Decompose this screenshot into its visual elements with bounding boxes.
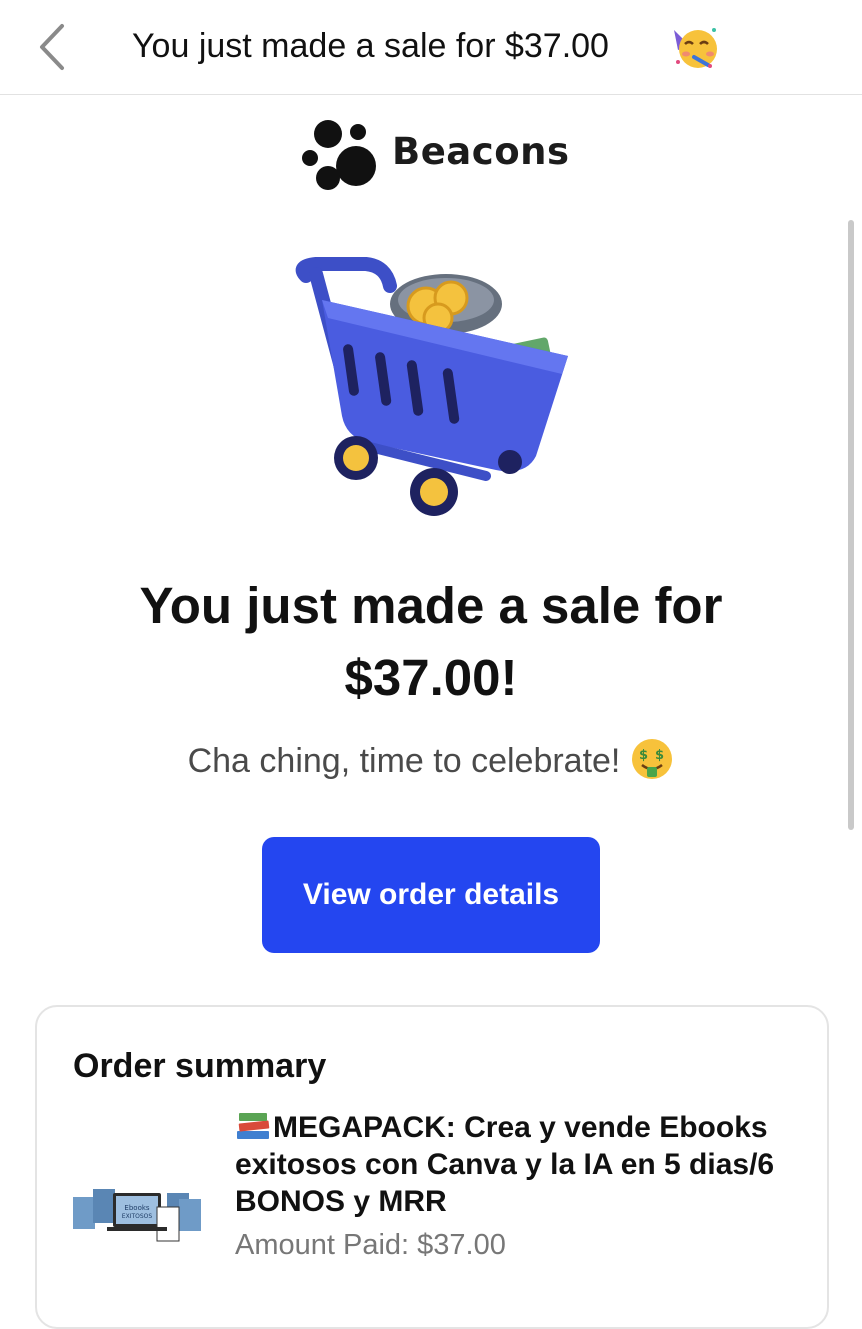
brand-name: Beacons — [392, 130, 570, 173]
back-button[interactable] — [32, 20, 76, 74]
view-order-details-button[interactable]: View order details — [262, 837, 600, 953]
subtitle-text: Cha ching, time to celebrate! — [187, 742, 621, 780]
shopping-cart-with-money-icon — [295, 257, 568, 516]
money-mouth-face-icon: $ $ — [632, 739, 673, 780]
page-title: You just made a sale for $37.00 — [132, 27, 609, 65]
thumbnail-label-line1: Ebooks — [124, 1204, 149, 1212]
svg-text:$: $ — [639, 748, 648, 763]
beacons-logo: Beacons — [300, 116, 580, 196]
celebration-subtitle: Cha ching, time to celebrate! $ $ — [60, 736, 802, 786]
product-name: MEGAPACK: Crea y vende Ebooks exitosos c… — [235, 1109, 815, 1220]
order-summary-card: Order summary Ebooks EXITOSOS MEGAPACK: … — [35, 1005, 829, 1329]
product-name-text: MEGAPACK: Crea y vende Ebooks exitosos c… — [235, 1111, 775, 1218]
sale-headline: You just made a sale for $37.00! — [139, 577, 723, 706]
chevron-left-icon — [40, 24, 64, 70]
partying-face-icon — [674, 28, 717, 68]
top-navigation-bar: You just made a sale for $37.00 — [0, 0, 862, 95]
thumbnail-label-line2: EXITOSOS — [122, 1213, 153, 1220]
product-thumbnail[interactable]: Ebooks EXITOSOS — [73, 1183, 201, 1247]
beacons-dots-logo — [302, 120, 376, 190]
amount-paid: Amount Paid: $37.00 — [235, 1229, 506, 1261]
books-icon — [237, 1113, 270, 1139]
order-summary-title: Order summary — [73, 1047, 327, 1085]
svg-text:$: $ — [655, 748, 664, 763]
scrollbar[interactable] — [848, 220, 854, 830]
